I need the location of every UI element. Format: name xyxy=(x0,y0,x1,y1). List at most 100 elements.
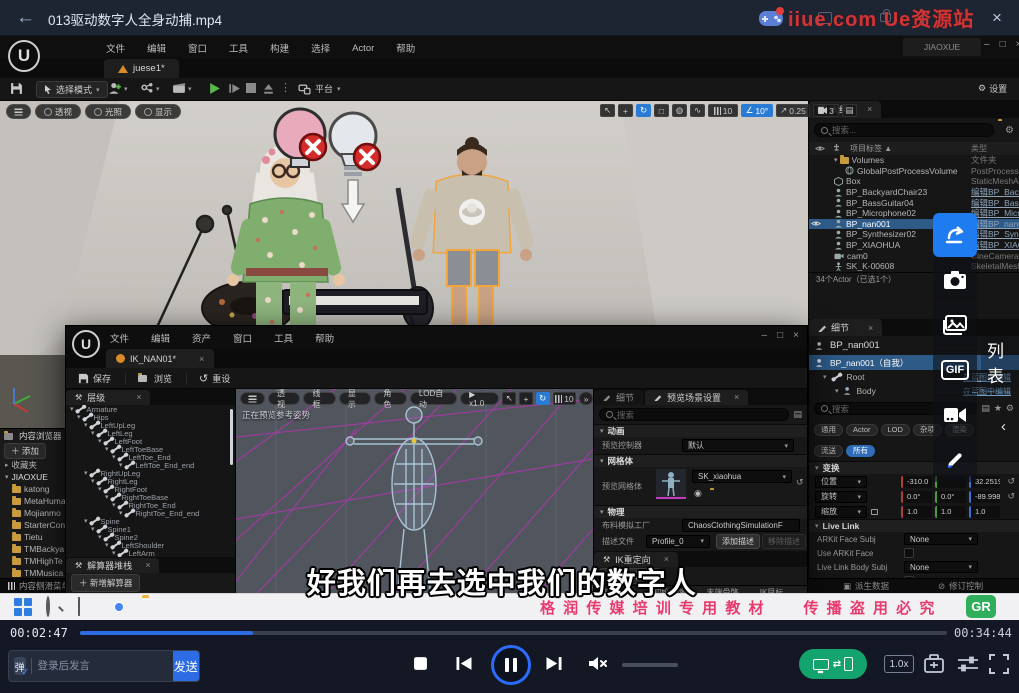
blueprints-dropdown[interactable] xyxy=(141,82,154,94)
details-settings-icon[interactable]: ⚙ xyxy=(1006,403,1014,414)
property-dropdown[interactable]: None▾ xyxy=(904,533,978,545)
menu-窗口[interactable]: 窗口 xyxy=(188,41,207,55)
ikrig-browse-button[interactable]: 浏览 xyxy=(125,372,172,385)
chrome-icon[interactable] xyxy=(110,598,128,616)
gif-icon[interactable]: GIF xyxy=(933,348,977,392)
type-column-header[interactable]: 类型 xyxy=(971,143,1019,154)
label-column-header[interactable]: 项目标签 ▲ xyxy=(850,143,892,154)
add-content-button[interactable]: ＋ 添加 xyxy=(4,443,46,459)
camera-icon[interactable] xyxy=(933,258,977,302)
ue-menubar[interactable]: 文件编辑窗口工具构建选择Actor帮助 xyxy=(106,41,437,55)
select-tool-icon[interactable]: ↖ xyxy=(502,392,516,405)
row-type[interactable]: 编辑BP_XIAO xyxy=(971,239,1019,251)
video-content[interactable]: 文件编辑窗口工具构建选择Actor帮助 JIAOXUE –□× juese1* … xyxy=(0,36,1019,620)
select-tool-icon[interactable]: ↖ xyxy=(600,104,615,117)
world-space-icon[interactable]: ◍ xyxy=(672,104,687,117)
stop-button[interactable] xyxy=(246,83,256,93)
outliner-settings-icon[interactable]: ⚙ xyxy=(1005,125,1014,136)
details-selected-component[interactable]: BP_nan001（自我） xyxy=(830,357,908,369)
add-profile-button[interactable]: 添加描述 xyxy=(716,534,760,549)
value-field[interactable]: 0.0° xyxy=(901,491,932,503)
bone-Spine1[interactable]: ▾Spine1 xyxy=(66,525,235,533)
platform-dropdown[interactable]: 平台▾ xyxy=(298,82,341,95)
cinematics-dropdown[interactable] xyxy=(172,82,186,94)
filter-chip-Actor[interactable]: Actor xyxy=(846,424,878,436)
folder-StarterCon[interactable]: StarterCon xyxy=(0,519,65,531)
stop-button[interactable] xyxy=(413,656,428,671)
taskbar-search-icon[interactable] xyxy=(46,598,64,616)
show-dropdown[interactable]: 显示 xyxy=(339,392,371,405)
playlist-toggle[interactable]: 列表 xyxy=(981,334,1019,390)
ikrig-window-controls[interactable]: –□× xyxy=(762,330,799,341)
outliner-search-input[interactable]: 搜索... xyxy=(814,123,994,137)
derived-data-status[interactable]: ▣派生数据 xyxy=(843,580,889,592)
viewport-menu-button[interactable] xyxy=(6,104,31,119)
wireframe-dropdown[interactable]: 线框 xyxy=(303,392,335,405)
bone-LeftUpLeg[interactable]: ▾LeftUpLeg xyxy=(66,421,235,429)
menu-构建[interactable]: 构建 xyxy=(270,41,289,55)
pin-column-icon[interactable] xyxy=(833,144,840,153)
close-icon[interactable]: × xyxy=(867,104,872,114)
close-icon[interactable]: × xyxy=(992,8,1002,28)
more-options[interactable]: ⋮ xyxy=(280,81,291,94)
folder-TMMusica[interactable]: TMMusica xyxy=(0,567,65,578)
bone-RightToe_End_end[interactable]: ▾RightToe_End_end xyxy=(66,509,235,517)
create-folder-icon[interactable] xyxy=(998,121,1001,139)
axis-label-dropdown[interactable]: 旋转▾ xyxy=(815,491,867,503)
add-solver-button[interactable]: ＋ 新增解算器 xyxy=(71,574,140,592)
visibility-eye-icon[interactable] xyxy=(809,220,823,227)
physics-section-header[interactable]: ▾物理 xyxy=(594,505,807,518)
property-checkbox[interactable] xyxy=(904,548,914,558)
playback-speed-chip[interactable]: ▶ x1.0 xyxy=(460,392,499,405)
bone-Spine[interactable]: ▾Spine xyxy=(66,517,235,525)
folder-katong[interactable]: katong xyxy=(0,483,65,495)
ikrig-save-button[interactable]: 保存 xyxy=(78,372,111,385)
mute-button[interactable] xyxy=(588,655,608,672)
menu-Actor[interactable]: Actor xyxy=(352,43,374,54)
favorite-icon[interactable]: ★ xyxy=(994,403,1002,414)
ikrig-reset-button[interactable]: ↺重设 xyxy=(186,372,230,385)
minimize-icon[interactable]: – xyxy=(984,39,990,50)
project-root-row[interactable]: ▾JIAOXUE xyxy=(0,471,65,483)
back-arrow-icon[interactable]: ← xyxy=(16,7,35,29)
value-field[interactable]: 1.0 xyxy=(935,506,966,518)
mesh-dropdown[interactable]: SK_xiaohua▾ xyxy=(692,470,792,483)
chevron-left-icon[interactable]: ‹ xyxy=(1001,418,1006,435)
revert-icon[interactable]: ↺ xyxy=(796,477,804,488)
outliner-row-SK_K-00608[interactable]: SK_K-00608SkeletalMesh xyxy=(809,261,1019,272)
filter-chip-流送[interactable]: 流送 xyxy=(814,445,843,457)
folder-TMBackya[interactable]: TMBackya xyxy=(0,543,65,555)
grid-snap-toggle[interactable]: 10 xyxy=(708,104,738,117)
preview-search-input[interactable]: 搜索 xyxy=(599,408,789,421)
send-button[interactable]: 发送 xyxy=(173,651,199,681)
volume-slider[interactable] xyxy=(622,663,678,667)
danmaku-input[interactable] xyxy=(31,658,173,674)
cast-button[interactable]: ⇄ xyxy=(799,649,867,679)
viewport-layout-icon[interactable]: ▤ xyxy=(842,104,857,117)
playback-speed-button[interactable]: 1.0x xyxy=(884,655,914,673)
fullscreen-button[interactable] xyxy=(988,653,1010,675)
menu-编辑[interactable]: 编辑 xyxy=(147,41,166,55)
character-dropdown[interactable]: 角色 xyxy=(374,392,406,405)
bone-tree[interactable]: ▾Armature▾Hips▾LeftUpLeg▾LeftLeg▾LeftFoo… xyxy=(66,405,235,557)
select-mode-dropdown[interactable]: 选择模式▾ xyxy=(36,81,108,98)
browse-asset-icon[interactable] xyxy=(710,490,713,508)
remove-profile-button[interactable]: 移除描述 xyxy=(762,534,806,549)
menu-帮助[interactable]: 帮助 xyxy=(396,41,415,55)
folder-Tietu[interactable]: Tietu xyxy=(0,531,65,543)
settings-sliders-icon[interactable] xyxy=(956,654,980,674)
favorites-row[interactable]: ▸收藏夹 xyxy=(0,459,65,471)
menu-选择[interactable]: 选择 xyxy=(311,41,330,55)
save-icon[interactable] xyxy=(10,82,23,95)
next-button[interactable] xyxy=(545,656,563,671)
cloth-factory-dropdown[interactable]: ChaosClothingSimulationF xyxy=(682,519,800,532)
close-icon[interactable]: × xyxy=(136,392,141,402)
taskbar-app-icon[interactable] xyxy=(78,598,96,616)
rotate-tool-icon[interactable]: ↻ xyxy=(636,104,651,117)
danmaku-toggle[interactable]: 弹✓ xyxy=(14,657,26,675)
hierarchy-tab[interactable]: ⚒层级× xyxy=(66,390,150,405)
bone-LeftToe_End_end[interactable]: ▾LeftToe_End_end xyxy=(66,461,235,469)
solver-stack-tab[interactable]: ⚒解算器堆栈× xyxy=(66,558,159,573)
bone-Hips[interactable]: ▾Hips xyxy=(66,413,235,421)
transform-section-header[interactable]: ▾变换 xyxy=(809,461,1019,474)
